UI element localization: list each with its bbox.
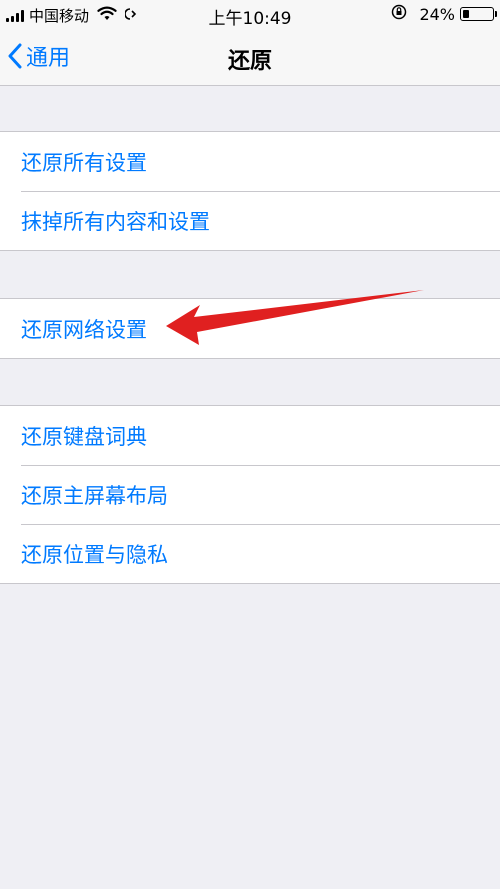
reset-keyboard-dictionary-row[interactable]: 还原键盘词典 xyxy=(0,406,500,465)
reset-network-settings-row[interactable]: 还原网络设置 xyxy=(0,299,500,358)
navigation-bar: 通用 还原 xyxy=(0,30,500,86)
reset-group-network: 还原网络设置 xyxy=(0,298,500,359)
rotation-lock-icon xyxy=(391,4,407,24)
reset-home-screen-layout-row[interactable]: 还原主屏幕布局 xyxy=(0,465,500,524)
row-label: 还原键盘词典 xyxy=(21,424,147,449)
row-label: 还原所有设置 xyxy=(21,150,147,175)
erase-all-content-row[interactable]: 抹掉所有内容和设置 xyxy=(0,191,500,250)
battery-percent: 24% xyxy=(419,4,455,24)
row-label: 还原主屏幕布局 xyxy=(21,483,168,508)
row-label: 还原位置与隐私 xyxy=(21,542,168,567)
reset-group-other: 还原键盘词典 还原主屏幕布局 还原位置与隐私 xyxy=(0,405,500,584)
row-label: 抹掉所有内容和设置 xyxy=(21,209,210,234)
reset-group-general: 还原所有设置 抹掉所有内容和设置 xyxy=(0,131,500,251)
reset-location-privacy-row[interactable]: 还原位置与隐私 xyxy=(0,524,500,583)
battery-icon xyxy=(460,7,497,21)
battery-level xyxy=(463,10,469,18)
row-label: 还原网络设置 xyxy=(21,317,147,342)
page-title: 还原 xyxy=(227,49,272,74)
status-bar: 中国移动 上午10:49 24% xyxy=(0,0,500,30)
status-right: 24% xyxy=(391,4,497,24)
reset-all-settings-row[interactable]: 还原所有设置 xyxy=(0,132,500,191)
